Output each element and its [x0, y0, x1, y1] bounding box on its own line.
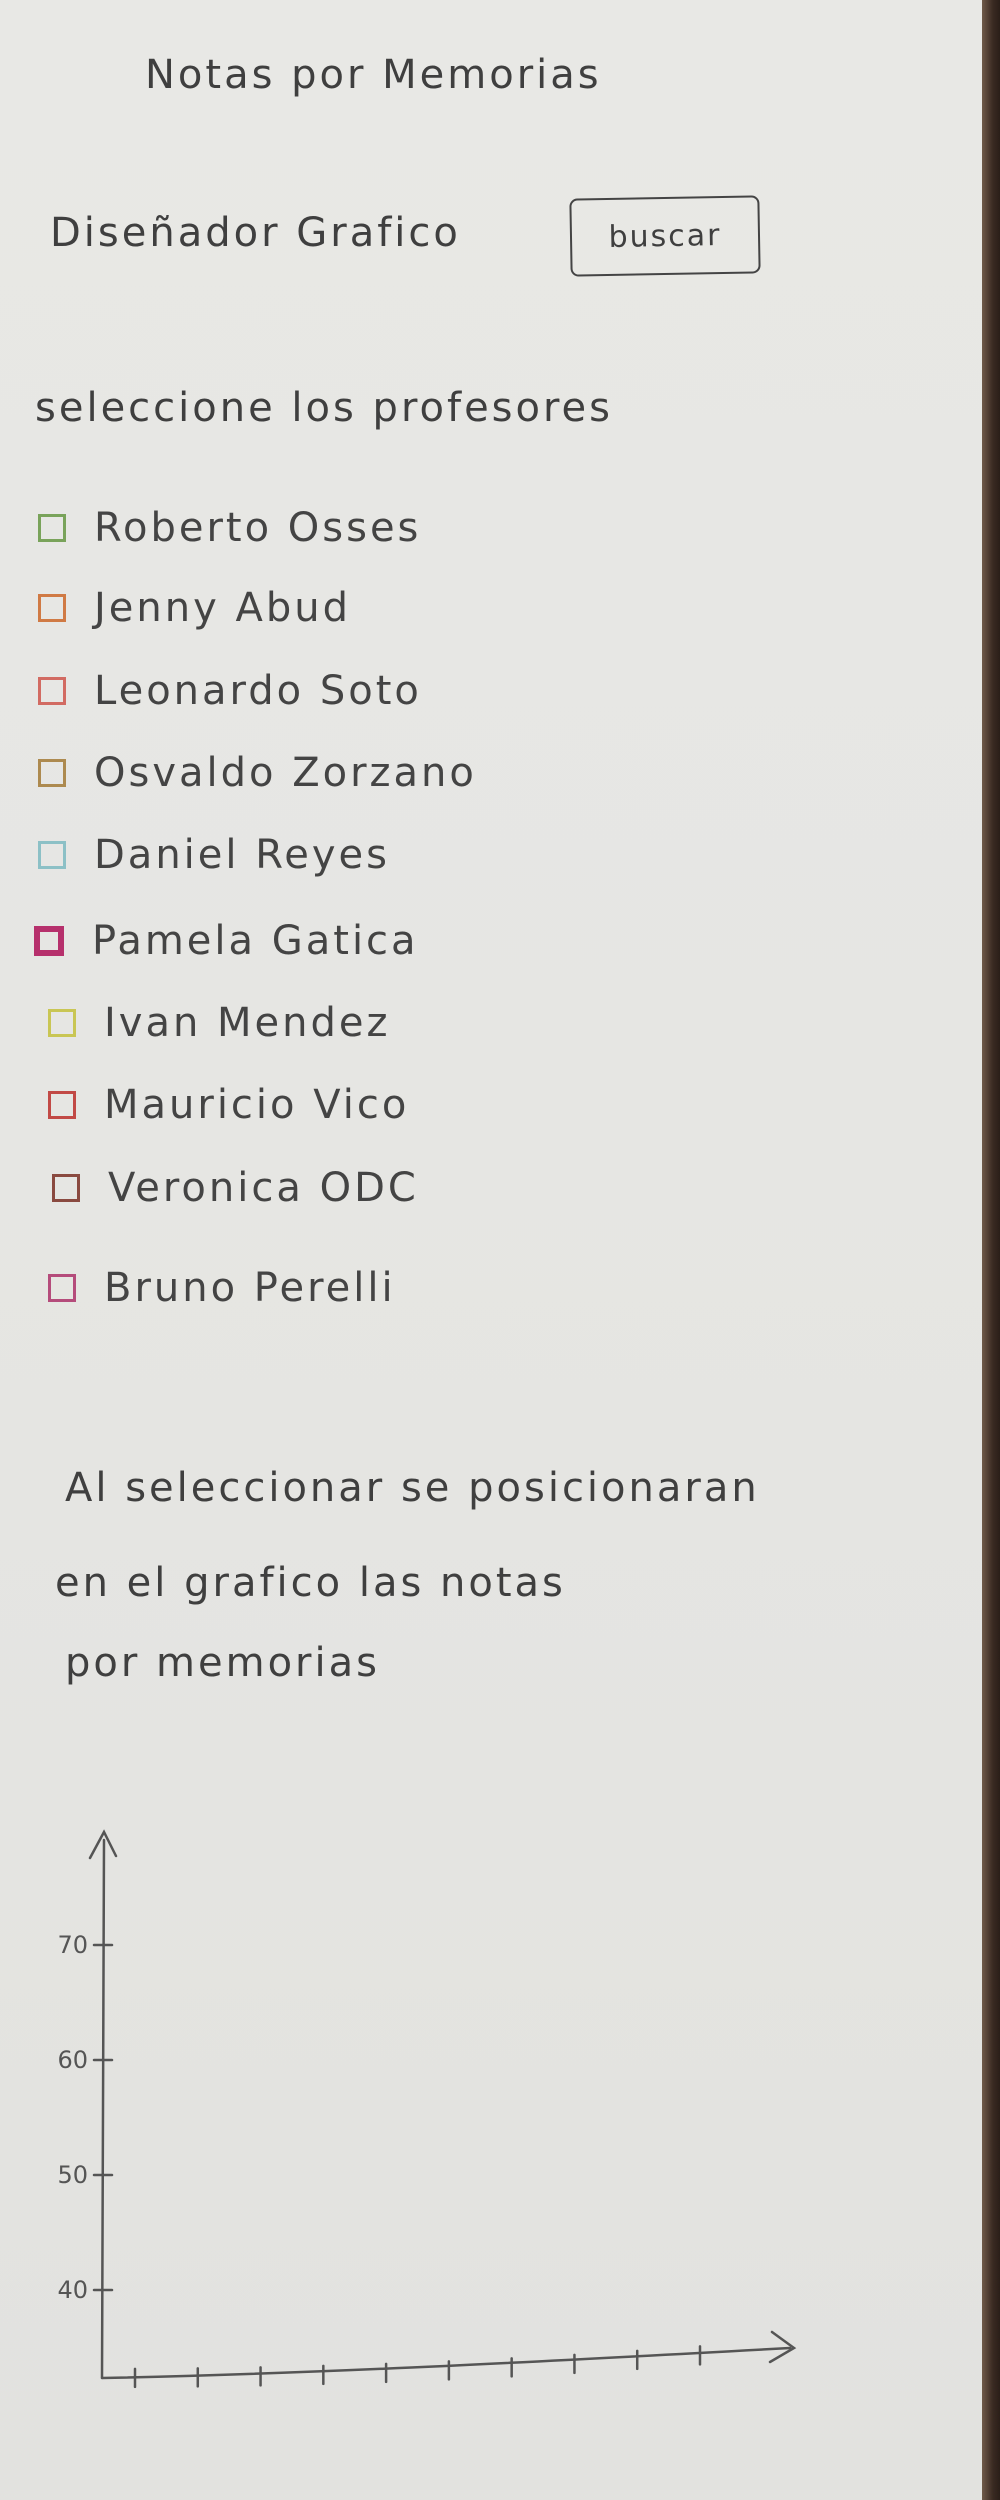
- y-axis-line: [100, 1838, 106, 2380]
- y-tick-label: 50: [57, 2161, 88, 2189]
- y-tick-label: 60: [57, 2046, 88, 2074]
- x-axis-line: [100, 2346, 792, 2380]
- y-tick-label: 70: [57, 1931, 88, 1959]
- grades-chart: 40 50 60 70: [57, 1829, 797, 2389]
- y-tick-label: 40: [57, 2276, 88, 2304]
- chart-axes: [88, 1829, 797, 2380]
